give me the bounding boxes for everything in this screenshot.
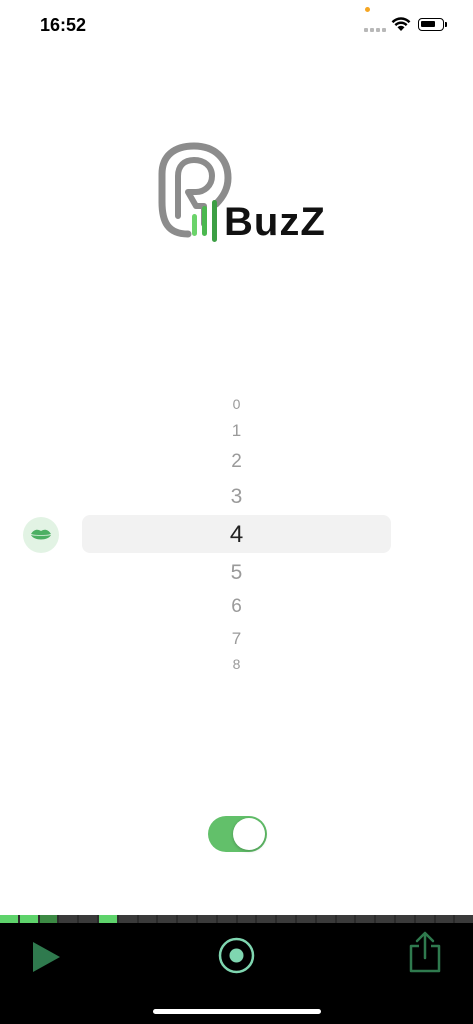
meter-segment [0,915,18,923]
meter-segment [79,915,97,923]
wifi-icon [391,17,411,31]
meter-segment [197,915,216,923]
meter-segment [98,915,117,923]
picker-item[interactable]: 5 [0,561,473,585]
meter-segment [316,915,335,923]
status-time: 16:52 [40,15,87,35]
share-icon[interactable] [408,931,442,973]
meter-segment [336,915,355,923]
meter-segment [395,915,414,923]
app-title: BuzZ [224,200,326,244]
meter-segment [296,915,315,923]
lips-button[interactable] [23,517,59,553]
play-icon[interactable] [30,940,62,974]
record-icon[interactable] [218,937,255,974]
cellular-signal-icon [364,28,386,32]
picker-item[interactable]: 0 [0,396,473,412]
picker-item[interactable]: 3 [0,485,473,509]
lips-icon [31,529,51,540]
number-picker[interactable]: 0 1 2 3 4 5 6 7 8 [0,390,473,680]
mic-indicator-dot [365,7,370,12]
meter-segment [178,915,196,923]
picker-item[interactable]: 8 [0,656,473,672]
home-indicator[interactable] [153,1009,321,1014]
meter-segment [237,915,256,923]
meter-segment [257,915,276,923]
meter-segment [19,915,38,923]
meter-segment [277,915,295,923]
meter-segment [39,915,58,923]
meter-segment [138,915,157,923]
meter-segment [356,915,375,923]
picker-item[interactable]: 2 [0,451,473,473]
status-bar: 16:52 [0,0,473,50]
meter-segment [376,915,394,923]
meter-segment [415,915,434,923]
picker-item[interactable]: 6 [0,596,473,618]
picker-item-selected[interactable]: 4 [0,521,473,549]
meter-segment [455,915,473,923]
enable-toggle[interactable] [208,816,267,852]
meter-segment [158,915,177,923]
picker-item[interactable]: 1 [0,421,473,441]
battery-icon [418,18,447,31]
app-logo: BuzZ [156,142,336,252]
meter-segment [435,915,454,923]
toggle-knob [233,818,265,850]
level-meter [0,915,473,923]
meter-segment [217,915,236,923]
meter-segment [59,915,78,923]
picker-item[interactable]: 7 [0,629,473,649]
meter-segment [118,915,137,923]
